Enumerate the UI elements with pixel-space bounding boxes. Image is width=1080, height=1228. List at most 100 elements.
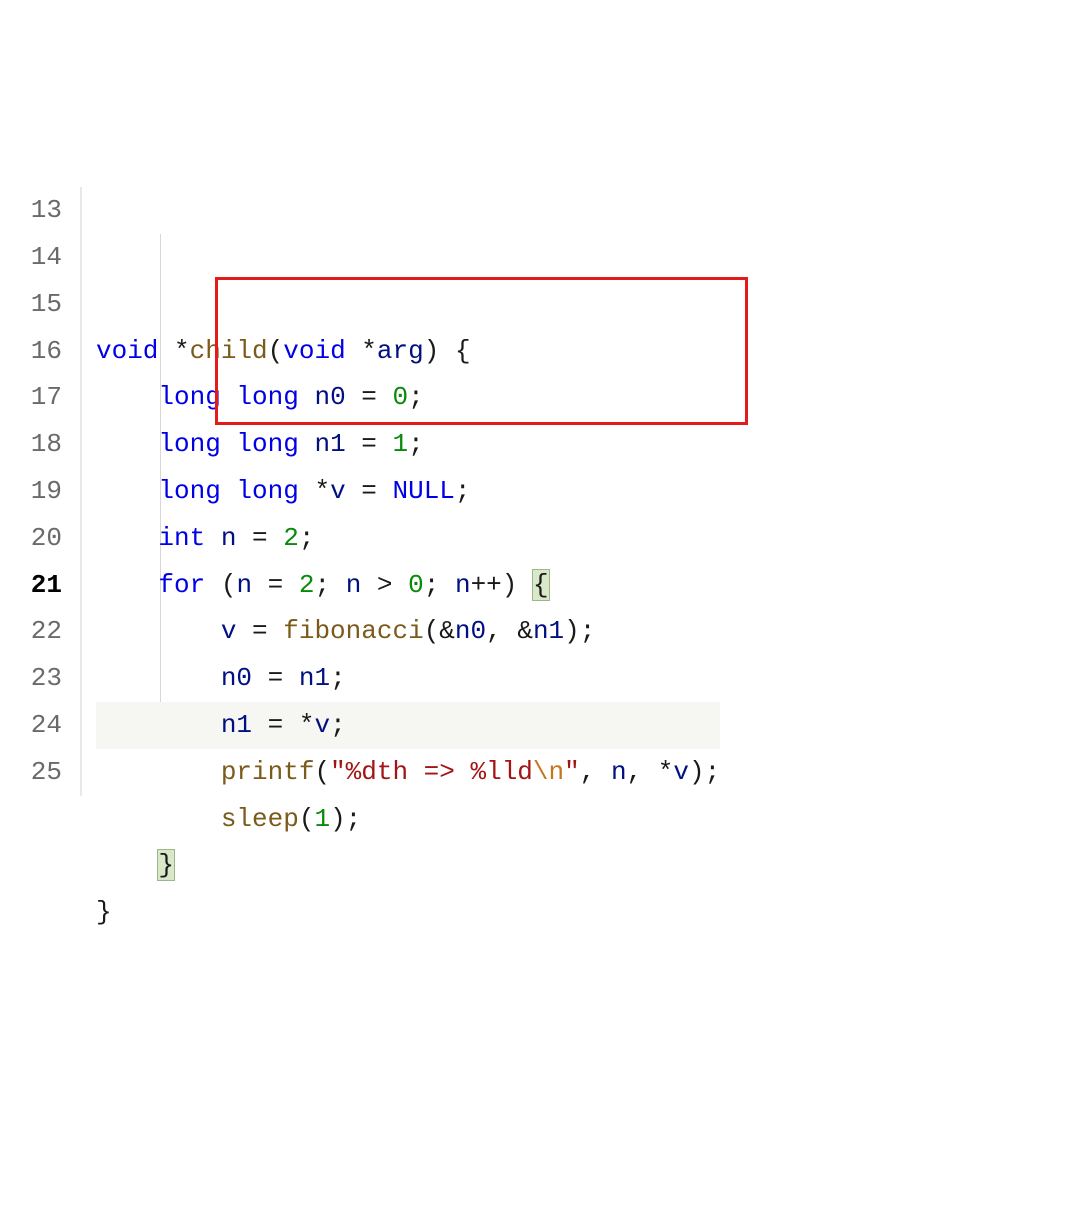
token-op: = — [236, 523, 283, 553]
code-line[interactable]: n0 = n1; — [96, 655, 720, 702]
token-op: & — [439, 616, 455, 646]
token-id: n — [236, 570, 252, 600]
token-id: n0 — [455, 616, 486, 646]
token-type: long long — [158, 382, 298, 412]
token-id: n — [346, 570, 362, 600]
token-id: arg — [377, 336, 424, 366]
token-type: int — [158, 523, 205, 553]
token-op: = — [346, 476, 393, 506]
code-area[interactable]: void *child(void *arg) { long long n0 = … — [82, 187, 720, 936]
line-number: 21 — [0, 562, 62, 609]
token-kw: NULL — [393, 476, 455, 506]
token-id: n1 — [221, 710, 252, 740]
line-number: 19 — [0, 468, 62, 515]
token-id: n1 — [533, 616, 564, 646]
token-str: " — [564, 757, 580, 787]
token-punct: ; — [299, 523, 315, 553]
code-line[interactable]: printf("%dth => %lld\n", n, *v); — [96, 749, 720, 796]
token-punct: { — [455, 336, 471, 366]
token-punct: ); — [564, 616, 595, 646]
token-kw: void — [96, 336, 158, 366]
token-punct: ) — [424, 336, 455, 366]
token-num: 0 — [408, 570, 424, 600]
token-fn: printf — [221, 757, 315, 787]
token-id: n0 — [299, 382, 346, 412]
token-op: ++ — [471, 570, 502, 600]
token-num: 2 — [299, 570, 315, 600]
token-op: = — [346, 382, 393, 412]
token-fn: fibonacci — [283, 616, 423, 646]
token-id: n1 — [299, 663, 330, 693]
token-esc: \n — [533, 757, 564, 787]
line-number: 25 — [0, 749, 62, 796]
token-punct: , — [580, 757, 611, 787]
line-number: 13 — [0, 187, 62, 234]
code-line[interactable]: } — [96, 842, 720, 889]
line-number: 20 — [0, 515, 62, 562]
line-number: 15 — [0, 281, 62, 328]
line-number: 14 — [0, 234, 62, 281]
line-number-gutter: 13141516171819202122232425 — [0, 187, 82, 795]
code-editor[interactable]: 13141516171819202122232425 void *child(v… — [0, 187, 1080, 936]
token-op: = — [346, 429, 393, 459]
token-type: long long — [158, 476, 298, 506]
token-punct: , * — [627, 757, 674, 787]
token-id: n1 — [299, 429, 346, 459]
code-line[interactable]: for (n = 2; n > 0; n++) { — [96, 562, 720, 609]
token-num: 2 — [283, 523, 299, 553]
code-line[interactable]: int n = 2; — [96, 515, 720, 562]
token-id: v — [314, 710, 330, 740]
code-line[interactable]: } — [96, 889, 720, 936]
token-punct: ); — [689, 757, 720, 787]
token-op: & — [517, 616, 533, 646]
token-brace: { — [533, 570, 549, 600]
code-line[interactable]: long long *v = NULL; — [96, 468, 720, 515]
token-id: v — [221, 616, 237, 646]
token-id: n — [455, 570, 471, 600]
token-fn: child — [190, 336, 268, 366]
token-num: 1 — [392, 429, 408, 459]
token-punct: ( — [424, 616, 440, 646]
token-punct: ( — [205, 570, 236, 600]
code-line[interactable]: void *child(void *arg) { — [96, 328, 720, 375]
token-id: v — [330, 476, 346, 506]
token-punct: ; — [455, 476, 471, 506]
token-num: 1 — [314, 804, 330, 834]
token-op: = — [252, 663, 299, 693]
token-str: "%dth => %lld — [330, 757, 533, 787]
token-punct: ; — [424, 570, 455, 600]
code-line[interactable]: long long n0 = 0; — [96, 374, 720, 421]
token-op: * — [158, 336, 189, 366]
token-fn: sleep — [221, 804, 299, 834]
token-punct: } — [96, 897, 112, 927]
token-punct: ( — [314, 757, 330, 787]
line-number: 17 — [0, 374, 62, 421]
token-type: long long — [158, 429, 298, 459]
token-op: = — [252, 570, 299, 600]
code-line[interactable]: n1 = *v; — [96, 702, 720, 749]
token-punct: ( — [268, 336, 284, 366]
token-id: n0 — [221, 663, 252, 693]
token-kw: void — [283, 336, 345, 366]
token-punct: ; — [408, 382, 424, 412]
token-num: 0 — [392, 382, 408, 412]
token-op: > — [361, 570, 408, 600]
line-number: 24 — [0, 702, 62, 749]
token-punct: ; — [408, 429, 424, 459]
token-op: * — [299, 476, 330, 506]
token-id: n — [611, 757, 627, 787]
token-op: * — [346, 336, 377, 366]
token-id: n — [205, 523, 236, 553]
token-punct: ) — [502, 570, 533, 600]
token-punct: , — [486, 616, 517, 646]
token-punct: ; — [314, 570, 345, 600]
code-line[interactable]: long long n1 = 1; — [96, 421, 720, 468]
token-punct: ; — [330, 663, 346, 693]
line-number: 18 — [0, 421, 62, 468]
code-line[interactable]: sleep(1); — [96, 796, 720, 843]
token-kw: for — [158, 570, 205, 600]
token-op: = — [236, 616, 283, 646]
token-punct: ( — [299, 804, 315, 834]
code-line[interactable]: v = fibonacci(&n0, &n1); — [96, 608, 720, 655]
line-number: 16 — [0, 328, 62, 375]
